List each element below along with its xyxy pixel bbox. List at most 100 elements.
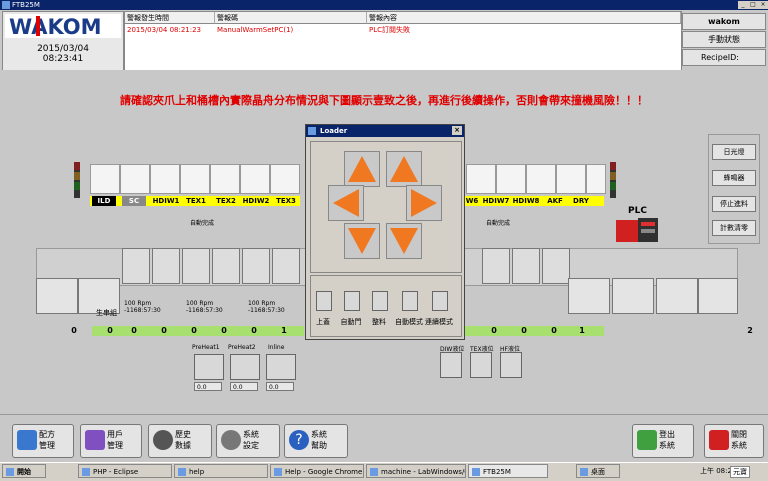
logo-clock-panel: WAKOM 2015/03/04 08:23:41 [2, 11, 124, 71]
counter: 0 [551, 326, 557, 335]
station-hdiw8: HDIW8 [512, 197, 540, 205]
heater-value: 0.0 [266, 382, 294, 391]
alarm-col-content: 警報內容 [367, 12, 681, 24]
stop-feed-button[interactable]: 停止進料 [712, 196, 756, 212]
station-hdiw2: HDIW2 [242, 197, 270, 205]
station-info: 100 Rpm -1168:57:30 [124, 300, 161, 314]
cover-button[interactable] [316, 291, 332, 311]
station-tex2: TEX2 [216, 197, 236, 205]
auto-complete-label: 自動完成 [190, 220, 215, 227]
auto-door-button[interactable] [344, 291, 360, 311]
document-icon [17, 430, 37, 450]
alarm-table[interactable]: 警報發生時間 警報碼 警報內容 2015/03/04 08:21:23 Manu… [124, 11, 682, 71]
auto-complete-label: 自動完成 [486, 220, 511, 227]
dialog-close-button[interactable]: × [452, 126, 462, 135]
system-help-button[interactable]: ? 系統 幫助 [284, 424, 348, 458]
station-hdiw1: HDIW1 [152, 197, 180, 205]
desktop-button[interactable]: 桌面 [576, 464, 620, 478]
heater-gauge [194, 354, 224, 380]
users-icon [85, 430, 105, 450]
up-arrow-right-icon[interactable] [386, 151, 422, 187]
gripper-box [210, 164, 240, 194]
tank [542, 248, 570, 284]
counter: 0 [107, 326, 113, 335]
continuous-mode-button[interactable] [432, 291, 448, 311]
unload-station [698, 278, 738, 314]
dialog-titlebar: Loader × [306, 125, 464, 137]
gripper-box [586, 164, 606, 194]
power-icon [709, 430, 729, 450]
station-w6: W6 [465, 197, 479, 205]
recipe-id: RecipeID: [682, 49, 766, 66]
light-button[interactable]: 日光燈 [712, 144, 756, 160]
plc-icon [616, 218, 658, 242]
window-titlebar: FTB25M _ □ × [0, 0, 768, 10]
shutdown-button[interactable]: 關閉 系統 [704, 424, 764, 458]
buzzer-button[interactable]: 蜂鳴器 [712, 170, 756, 186]
station-akf: AKF [547, 197, 563, 205]
start-button[interactable]: 開始 [2, 464, 46, 478]
counter: 0 [491, 326, 497, 335]
heater-label: PreHeat1 [192, 344, 220, 351]
tank [242, 248, 270, 284]
left-arrow-icon[interactable] [328, 185, 364, 221]
heater-label: Inline [268, 344, 285, 351]
reset-count-button[interactable]: 計數清零 [712, 220, 756, 236]
gripper-box [526, 164, 556, 194]
counter: 0 [161, 326, 167, 335]
counter: 0 [221, 326, 227, 335]
tank [122, 248, 150, 284]
logout-button[interactable]: 登出 系統 [632, 424, 694, 458]
alarm-cell-code: ManualWarmSetPC(1) [217, 26, 294, 34]
counter: 0 [191, 326, 197, 335]
app-icon [2, 1, 10, 9]
plc-label: PLC [628, 206, 647, 216]
maximize-button[interactable]: □ [748, 1, 758, 9]
continuous-mode-label: 連續模式 [425, 318, 453, 326]
station-ild: ILD [92, 196, 116, 206]
gear-icon [221, 430, 241, 450]
close-button[interactable]: × [758, 1, 768, 9]
liquid-gauge [440, 352, 462, 378]
station-info: 100 Rpm -1168:57:30 [248, 300, 285, 314]
tank [152, 248, 180, 284]
auto-mode-button[interactable] [402, 291, 418, 311]
gripper-box [496, 164, 526, 194]
counter: 0 [131, 326, 137, 335]
gripper-box [270, 164, 300, 194]
station-tex3: TEX3 [276, 197, 296, 205]
counter: 1 [579, 326, 585, 335]
right-arrow-icon[interactable] [406, 185, 442, 221]
taskbar-item[interactable]: help [174, 464, 268, 478]
counter: 2 [747, 326, 753, 335]
arrange-button[interactable] [372, 291, 388, 311]
clock-date: 2015/03/04 [37, 44, 89, 54]
history-data-button[interactable]: 歷史 數據 [148, 424, 212, 458]
down-arrow-left-icon[interactable] [344, 223, 380, 259]
taskbar-item-active[interactable]: FTB25M [468, 464, 548, 478]
ime-indicator[interactable]: 元寶 [730, 466, 750, 478]
disc-icon [153, 430, 173, 450]
user-management-button[interactable]: 用戶 管理 [80, 424, 142, 458]
up-arrow-left-icon[interactable] [344, 151, 380, 187]
heater-label: PreHeat2 [228, 344, 256, 351]
warning-message: 請確認夾爪上和桶槽內實際晶舟分布情況與下圖顯示壹致之後，再進行後續操作，否則會帶… [120, 94, 648, 107]
station-sc: SC [122, 196, 146, 206]
production-label: 生串組 [96, 309, 117, 317]
dialog-icon [308, 127, 316, 135]
system-settings-button[interactable]: 系統 設定 [216, 424, 280, 458]
gripper-box [120, 164, 150, 194]
taskbar-item[interactable]: Help - Google Chrome [270, 464, 364, 478]
taskbar-item[interactable]: machine - LabWindows/C... [366, 464, 466, 478]
station-hdiw7: HDIW7 [482, 197, 510, 205]
counter: 0 [521, 326, 527, 335]
tank [272, 248, 300, 284]
minimize-button[interactable]: _ [738, 1, 748, 9]
alarm-col-time: 警報發生時間 [125, 12, 215, 24]
station-info: 100 Rpm -1168:57:30 [186, 300, 223, 314]
down-arrow-right-icon[interactable] [386, 223, 422, 259]
recipe-management-button[interactable]: 配方 管理 [12, 424, 74, 458]
heater-gauge [266, 354, 296, 380]
gripper-box [556, 164, 586, 194]
taskbar-item[interactable]: PHP - Eclipse [78, 464, 172, 478]
